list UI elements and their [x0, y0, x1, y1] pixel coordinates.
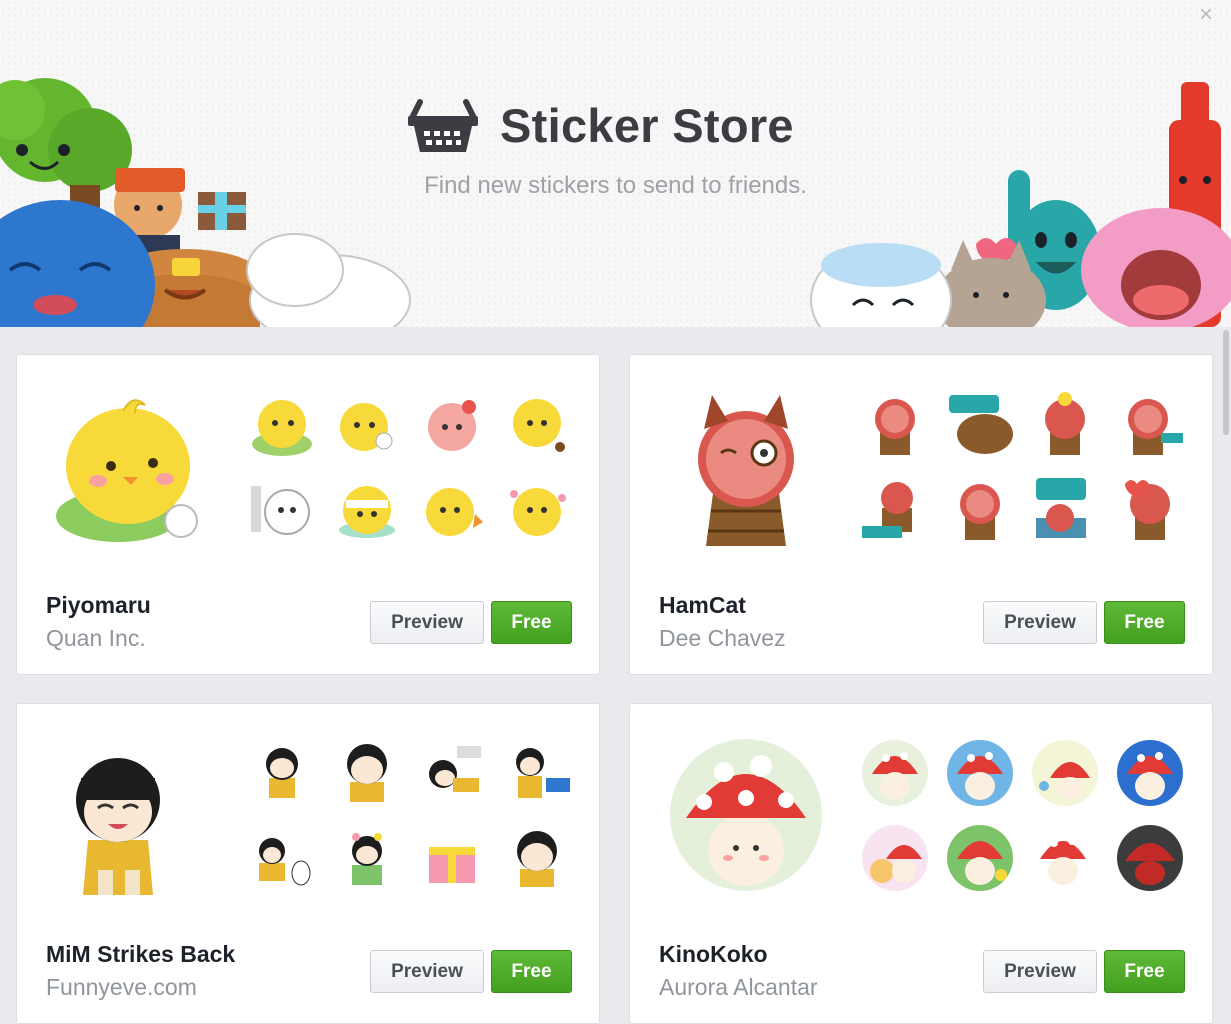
sticker-pack-card: MiM Strikes Back Funnyeve.com Preview Fr… — [16, 703, 600, 1024]
pack-hero-image — [698, 395, 794, 546]
store-title-row: Sticker Store — [408, 92, 794, 158]
sticker-thumbnail — [1107, 730, 1192, 815]
sticker-thumbnail — [494, 730, 579, 815]
sticker-thumbnail — [324, 466, 409, 551]
sticker-thumbnail — [852, 466, 937, 551]
sticker-thumbnail — [1022, 730, 1107, 815]
pack-author: Dee Chavez — [659, 625, 786, 651]
pack-name: HamCat — [659, 592, 746, 618]
pack-name: Piyomaru — [46, 592, 151, 618]
free-button[interactable]: Free — [1104, 950, 1185, 993]
basket-icon — [408, 99, 478, 152]
sticker-thumbnail — [239, 381, 324, 466]
header-decoration-right — [810, 82, 1231, 327]
preview-button[interactable]: Preview — [370, 601, 484, 644]
sticker-preview-grid — [852, 381, 1192, 551]
pack-hero-image — [76, 758, 160, 895]
pack-hero-image — [670, 739, 822, 891]
close-icon[interactable]: × — [1199, 1, 1213, 28]
sticker-thumbnail — [937, 815, 1022, 900]
sticker-thumbnail — [324, 815, 409, 900]
preview-button[interactable]: Preview — [983, 950, 1097, 993]
sticker-thumbnail — [324, 730, 409, 815]
scrollbar[interactable] — [1223, 330, 1229, 435]
sticker-thumbnail — [937, 466, 1022, 551]
sticker-thumbnail — [239, 466, 324, 551]
sticker-preview-grid — [239, 381, 579, 551]
sticker-thumbnail — [1107, 815, 1192, 900]
pack-author: Funnyeve.com — [46, 974, 197, 1000]
sticker-pack-card: HamCat Dee Chavez Preview Free — [629, 354, 1213, 675]
sticker-thumbnail — [494, 381, 579, 466]
sticker-thumbnail — [324, 381, 409, 466]
sticker-thumbnail — [1107, 466, 1192, 551]
free-button[interactable]: Free — [1104, 601, 1185, 644]
preview-button[interactable]: Preview — [983, 601, 1097, 644]
sticker-thumbnail — [852, 815, 937, 900]
sticker-thumbnail — [494, 466, 579, 551]
sticker-thumbnail — [1022, 381, 1107, 466]
sticker-preview-grid — [852, 730, 1192, 900]
sticker-thumbnail — [937, 381, 1022, 466]
free-button[interactable]: Free — [491, 601, 572, 644]
sticker-pack-card: KinoKoko Aurora Alcantar Preview Free — [629, 703, 1213, 1024]
sticker-pack-card: Piyomaru Quan Inc. Preview Free — [16, 354, 600, 675]
free-button[interactable]: Free — [491, 950, 572, 993]
sticker-thumbnail — [239, 730, 324, 815]
sticker-thumbnail — [409, 466, 494, 551]
sticker-thumbnail — [239, 815, 324, 900]
preview-button[interactable]: Preview — [370, 950, 484, 993]
pack-author: Quan Inc. — [46, 625, 146, 651]
sticker-thumbnail — [409, 815, 494, 900]
pack-hero-image — [56, 399, 198, 542]
store-header: × Sticker Store Find new stickers to sen… — [0, 0, 1231, 327]
pack-author: Aurora Alcantar — [659, 974, 818, 1000]
sticker-thumbnail — [1107, 381, 1192, 466]
sticker-thumbnail — [409, 730, 494, 815]
sticker-thumbnail — [937, 730, 1022, 815]
page-title: Sticker Store — [500, 98, 794, 152]
sticker-thumbnail — [1022, 466, 1107, 551]
sticker-thumbnail — [494, 815, 579, 900]
header-decoration-left — [0, 78, 411, 327]
pack-name: KinoKoko — [659, 941, 768, 967]
sticker-thumbnail — [852, 730, 937, 815]
sticker-thumbnail — [1022, 815, 1107, 900]
sticker-preview-grid — [239, 730, 579, 900]
sticker-thumbnail — [852, 381, 937, 466]
pack-name: MiM Strikes Back — [46, 941, 236, 967]
sticker-thumbnail — [409, 381, 494, 466]
page-subtitle: Find new stickers to send to friends. — [424, 172, 807, 199]
close-button[interactable]: × — [1195, 1, 1217, 28]
